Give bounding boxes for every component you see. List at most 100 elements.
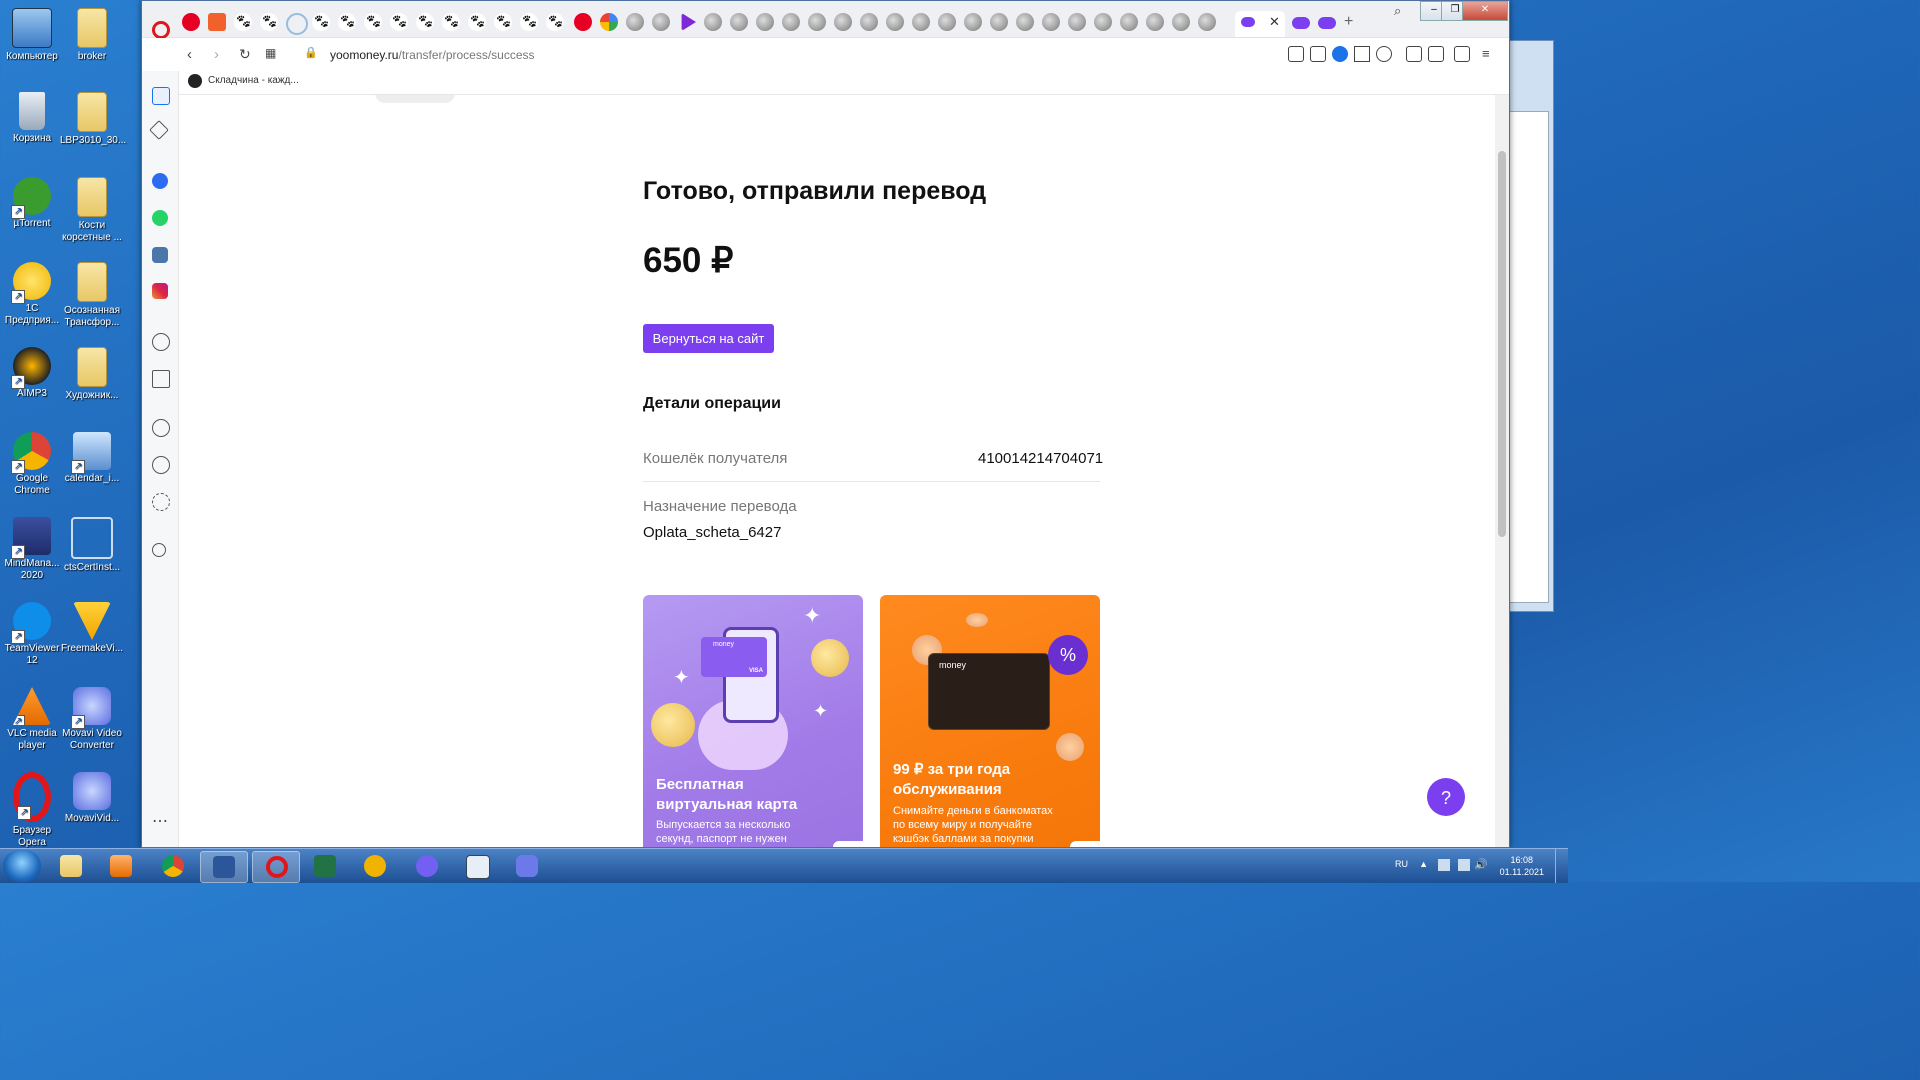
- show-desktop-button[interactable]: [1555, 849, 1568, 883]
- desktop-icon-mindmanager[interactable]: MindMana... 2020: [0, 517, 64, 582]
- tab-globe[interactable]: [782, 13, 800, 31]
- tabs-grid-icon[interactable]: ▦: [265, 46, 276, 60]
- desktop-icon-osoznannaya[interactable]: Осознанная Трансфор...: [60, 262, 124, 329]
- tab-skladchina[interactable]: [364, 13, 382, 31]
- tab-skladchina[interactable]: [390, 13, 408, 31]
- language-indicator[interactable]: RU: [1395, 859, 1408, 869]
- desktop-icon-cts[interactable]: ctsCertInst...: [60, 517, 124, 574]
- heart-icon[interactable]: [152, 419, 170, 437]
- tab-loading[interactable]: [286, 13, 308, 35]
- desktop-icon-computer[interactable]: Компьютер: [0, 8, 64, 63]
- tray-arrow-icon[interactable]: ▲: [1419, 859, 1428, 869]
- tab-globe[interactable]: [1120, 13, 1138, 31]
- promo-card-virtual[interactable]: ✦ ✦ ✦ money VISA Бесплатная виртуальная …: [643, 595, 863, 847]
- tab-globe[interactable]: [1016, 13, 1034, 31]
- desktop-icon-lbp[interactable]: LBP3010_30...: [60, 92, 126, 147]
- tab-yoomoney[interactable]: [1292, 17, 1310, 29]
- back-to-site-button[interactable]: Вернуться на сайт: [643, 324, 774, 353]
- opera-menu-icon[interactable]: [152, 21, 170, 39]
- tab-skladchina[interactable]: [260, 13, 278, 31]
- cube-icon[interactable]: [1428, 46, 1444, 62]
- scrollbar-thumb[interactable]: [1498, 151, 1506, 537]
- tab-globe[interactable]: [886, 13, 904, 31]
- messenger-icon[interactable]: [152, 173, 168, 189]
- clock[interactable]: 16:08 01.11.2021: [1500, 854, 1544, 878]
- desktop-icon-aimp[interactable]: AIMP3: [0, 347, 64, 400]
- heart-icon[interactable]: [1376, 46, 1392, 62]
- desktop-icon-teamviewer[interactable]: TeamViewer 12: [0, 602, 64, 667]
- desktop-icon-freemake[interactable]: FreemakeVi...: [60, 602, 124, 655]
- tab-globe[interactable]: [1198, 13, 1216, 31]
- desktop-icon-recycle-bin[interactable]: Корзина: [0, 92, 64, 145]
- taskbar-chrome[interactable]: [150, 851, 196, 881]
- tab-globe[interactable]: [808, 13, 826, 31]
- more-icon[interactable]: ⋯: [152, 811, 168, 830]
- desktop-icon-chrome[interactable]: Google Chrome: [0, 432, 64, 497]
- tab-skladchina[interactable]: [416, 13, 434, 31]
- tab-skladchina[interactable]: [520, 13, 538, 31]
- desktop-icon-utorrent[interactable]: µTorrent: [0, 177, 64, 230]
- instagram-icon[interactable]: [152, 283, 168, 299]
- tab-skladchina[interactable]: [546, 13, 564, 31]
- tab-globe[interactable]: [730, 13, 748, 31]
- tab-globe[interactable]: [1042, 13, 1060, 31]
- bookmark-skladchina[interactable]: Складчина - кажд...: [208, 75, 299, 86]
- close-tab-icon[interactable]: ✕: [1269, 14, 1280, 30]
- tab-yoomoney-active[interactable]: ✕: [1235, 11, 1285, 37]
- camera-icon[interactable]: [1310, 46, 1326, 62]
- reload-icon[interactable]: ↻: [239, 46, 251, 63]
- start-button[interactable]: [3, 850, 41, 882]
- tab-globe[interactable]: [860, 13, 878, 31]
- send-icon[interactable]: [1354, 46, 1370, 62]
- taskbar-word[interactable]: [200, 851, 248, 883]
- taskbar-viber[interactable]: [404, 851, 450, 881]
- home-icon[interactable]: [152, 87, 170, 105]
- history-icon[interactable]: [152, 456, 170, 474]
- tab-skladchina[interactable]: [468, 13, 486, 31]
- desktop-icon-kosti[interactable]: Кости корсетные ...: [60, 177, 124, 244]
- desktop-icon-calendar[interactable]: calendar_i...: [60, 432, 124, 485]
- taskbar-excel[interactable]: [302, 851, 348, 881]
- tray-network-icon[interactable]: [1438, 859, 1450, 871]
- help-button[interactable]: ?: [1427, 778, 1465, 816]
- tab-google[interactable]: [600, 13, 618, 31]
- close-window-button[interactable]: ✕: [1462, 1, 1508, 21]
- forward-icon[interactable]: ›: [214, 46, 219, 63]
- vpn-shield-icon[interactable]: [1332, 46, 1348, 62]
- tab-video[interactable]: [681, 13, 696, 31]
- upload-icon[interactable]: [1406, 46, 1422, 62]
- tab-pinterest[interactable]: [574, 13, 592, 31]
- desktop-icon-1c[interactable]: 1С Предприя...: [0, 262, 64, 327]
- tab-skladchina[interactable]: [338, 13, 356, 31]
- tab-skladchina[interactable]: [312, 13, 330, 31]
- desktop-icon-hudozhnik[interactable]: Художник...: [60, 347, 124, 402]
- tab-globe[interactable]: [1172, 13, 1190, 31]
- player-icon[interactable]: [152, 333, 170, 351]
- desktop-icon-movavi-video[interactable]: MovaviVid...: [60, 772, 124, 825]
- desktop-icon-vlc[interactable]: VLC media player: [0, 687, 64, 752]
- tab-skladchina[interactable]: [494, 13, 512, 31]
- tab-globe[interactable]: [834, 13, 852, 31]
- desktop-icon-movavi-converter[interactable]: Movavi Video Converter: [60, 687, 124, 752]
- desktop-icon-opera[interactable]: Браузер Opera: [0, 772, 64, 849]
- taskbar-opera[interactable]: [252, 851, 300, 883]
- new-tab-icon[interactable]: +: [1344, 13, 1353, 31]
- download-icon[interactable]: [1454, 46, 1470, 62]
- tray-monitor-icon[interactable]: [1458, 859, 1470, 871]
- menu-icon[interactable]: ≡: [1482, 46, 1490, 61]
- taskbar-media[interactable]: [98, 851, 144, 881]
- tab-globe[interactable]: [938, 13, 956, 31]
- tab-globe[interactable]: [704, 13, 722, 31]
- tab-globe[interactable]: [1094, 13, 1112, 31]
- desktop-icon-broker[interactable]: broker: [60, 8, 124, 63]
- settings-icon[interactable]: [152, 493, 170, 511]
- tab-globe[interactable]: [626, 13, 644, 31]
- taskbar-movavi[interactable]: [504, 851, 550, 881]
- back-icon[interactable]: ‹: [187, 46, 192, 63]
- url-field[interactable]: yoomoney.ru/transfer/process/success: [330, 48, 535, 62]
- tab-globe[interactable]: [1068, 13, 1086, 31]
- star-icon[interactable]: [149, 120, 169, 140]
- tab-yoomoney[interactable]: [1318, 17, 1336, 29]
- edit-icon[interactable]: [1288, 46, 1304, 62]
- tab-globe[interactable]: [1146, 13, 1164, 31]
